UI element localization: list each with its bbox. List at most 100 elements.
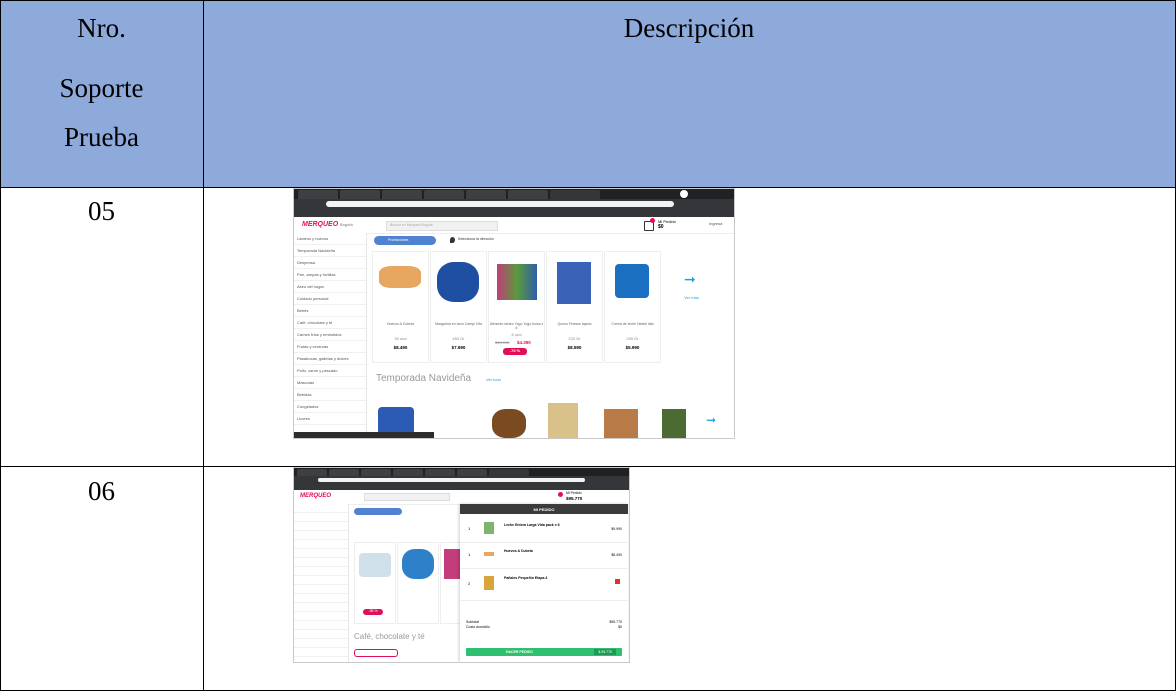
product-image [497, 264, 537, 300]
header-nro: Nro. [77, 13, 126, 43]
merqueo-logo: MERQUEO [300, 493, 332, 499]
promo-pill: Promociones [374, 236, 436, 245]
product-price: $8.490 [393, 345, 408, 350]
cart-item: 1 Leche Entera Larga Vida pack x 6 $9.99… [460, 518, 628, 543]
product-card [397, 542, 439, 624]
row-number: 05 [88, 196, 115, 226]
product-card: Margarina en tarro Campi Vita 450 Gr $7.… [430, 251, 487, 363]
product-image [379, 266, 421, 288]
header-soporte: Soporte [59, 73, 144, 103]
cart-total: $95.770 [566, 496, 583, 501]
sidebar-item: Cuidado personal [294, 293, 366, 305]
sidebar-item: Despensa [294, 257, 366, 269]
product-card: -55 % [354, 542, 396, 624]
cart-label: Mi Pedido [566, 491, 582, 495]
product-price: $5.990 [625, 345, 640, 350]
arrow-right-icon: ➞ [684, 271, 696, 287]
info-bar: Promociones Selecciona la dirección [370, 235, 730, 247]
cart-item-name: Huevos A Cubeta [504, 549, 533, 553]
cart-item: 1 Huevos A Cubeta $8.490 [460, 544, 628, 569]
promo-label: Promociones [388, 238, 409, 242]
location-pin-icon [450, 237, 455, 243]
header-descripcion: Descripción [623, 13, 755, 43]
screenshot-merqueo-cart: MERQUEO Mi Pedido $95.770 -55 % Café, ch… [293, 467, 630, 663]
cart-badge [558, 492, 563, 497]
product-name: Crema de leche Nestlé lata [611, 322, 654, 326]
discount-badge: -70 % [503, 348, 527, 355]
sidebar-item: Pasabocas, galletas y dulces [294, 353, 366, 365]
sidebar-item: Congelados [294, 401, 366, 413]
sidebar-item: Café, chocolate y té [294, 317, 366, 329]
status-bar [294, 432, 434, 438]
login-link: Ingresa [709, 221, 723, 226]
header-prueba: Prueba [64, 122, 139, 152]
cart-panel-header: MI PEDIDO [460, 504, 628, 514]
sidebar-item: Pollo, carne y pescado [294, 365, 366, 377]
product-size: 450 Gr [452, 336, 465, 341]
search-placeholder: Buscar en Merqueo Bogotá [390, 223, 433, 227]
product-card: Queso Finesse tajado 220 Gr $8.590 [546, 251, 603, 363]
cart-item-price: $8.490 [611, 553, 622, 557]
delivery-address: Selecciona la dirección [458, 237, 494, 241]
sidebar-item: Licores [294, 413, 366, 425]
product-name: Queso Finesse tajado [557, 322, 592, 326]
merqueo-logo: MERQUEO [302, 221, 339, 228]
product-name: Alimento lácteo Yogo Yogo bolsa x 6 [489, 322, 544, 330]
product-price: $4.390 [517, 340, 531, 345]
subtotal-row: Subtotal $95.770 Costo domicilio $0 [466, 620, 622, 630]
sidebar-item: Pan, arepas y tortillas [294, 269, 366, 281]
cart-item-qty: 2 [468, 581, 471, 586]
section-title: Temporada Navideña [376, 373, 472, 384]
checkout-label: HACER PEDIDO [506, 650, 533, 654]
product-size: 220 Gr [568, 336, 581, 341]
browser-tab-bar [294, 189, 734, 199]
support-table: Nro. Soporte Prueba Descripción 05 06 ME… [0, 0, 1176, 691]
browser-address-bar [294, 476, 629, 484]
sidebar-item: Carnes frías y embutidos [294, 329, 366, 341]
city-selector: Bogotá [340, 222, 353, 227]
cart-badge [650, 218, 655, 223]
cart-item-name: Leche Entera Larga Vida pack x 6 [504, 523, 560, 527]
filter-pill [354, 649, 398, 657]
product-image [615, 264, 649, 298]
search-input: Buscar en Merqueo Bogotá [386, 221, 498, 231]
section-title: Café, chocolate y té [354, 632, 425, 641]
product-card: Alimento lácteo Yogo Yogo bolsa x 6 6 un… [488, 251, 545, 363]
subtotal-label: Subtotal [466, 620, 479, 624]
site-header: MERQUEO Bogotá Buscar en Merqueo Bogotá … [294, 217, 734, 234]
see-more-card: ➞ Ver más [664, 251, 719, 361]
row-number: 06 [88, 476, 115, 506]
sidebar-item: Bebidas [294, 389, 366, 401]
sidebar-item: Frutas y verduras [294, 341, 366, 353]
subtotal-value: $95.770 [609, 620, 622, 624]
cart-item-image [484, 522, 494, 534]
product-image [557, 262, 591, 304]
header-col-description: Descripción [204, 0, 1174, 188]
checkout-amount: $ 95.770 [594, 649, 616, 655]
discount-badge: -55 % [363, 609, 383, 615]
sidebar-item: Bebés [294, 305, 366, 317]
product-name: Margarina en tarro Campi Vita [435, 322, 482, 326]
cart-item: 2 Pañales Pequeñín Etapa 4 [460, 570, 628, 601]
category-sidebar [294, 504, 349, 662]
product-price: $7.690 [451, 345, 466, 350]
site-header: MERQUEO Mi Pedido $95.770 [294, 490, 629, 505]
cart-item-qty: 1 [468, 552, 471, 557]
product-price: $8.590 [567, 345, 582, 350]
see-all-link: Ver todo [486, 377, 501, 382]
screenshot-merqueo-home: MERQUEO Bogotá Buscar en Merqueo Bogotá … [293, 188, 735, 439]
cart-panel-title: MI PEDIDO [533, 507, 555, 512]
arrow-right-icon: ➞ [706, 413, 717, 427]
browser-address-bar [294, 199, 734, 209]
header-col-number: Nro. Soporte Prueba [0, 0, 203, 188]
delivery-label: Costo domicilio [466, 625, 490, 629]
see-more-link: Ver más [684, 295, 699, 300]
promo-pill [354, 508, 402, 515]
product-name: Huevos A Cubeta [386, 322, 415, 326]
checkout-button: HACER PEDIDO $ 95.770 [466, 648, 622, 656]
product-size: 30 und [394, 336, 407, 341]
sidebar-item: Mascotas [294, 377, 366, 389]
cart-item-price: $9.990 [611, 527, 622, 531]
sidebar-item: Aseo del hogar [294, 281, 366, 293]
delete-icon [615, 579, 620, 584]
